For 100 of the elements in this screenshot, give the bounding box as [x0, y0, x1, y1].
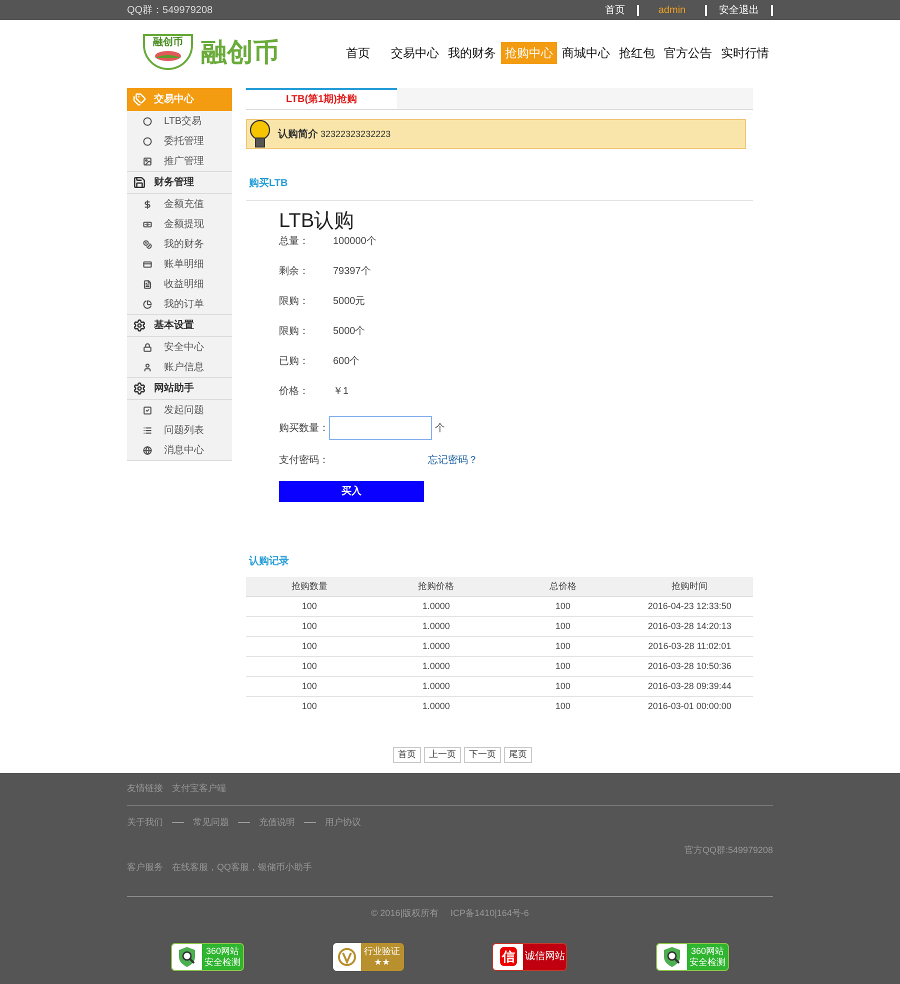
- page-button[interactable]: 上一页: [424, 747, 461, 763]
- sidebar-item[interactable]: 发起问题: [127, 400, 232, 420]
- table-cell-text: 2016-03-28 14:20:13: [646, 620, 732, 633]
- sidebar-item[interactable]: 账单明细: [127, 254, 232, 274]
- field-value: 5000元: [333, 295, 366, 309]
- nav-link[interactable]: 交易中心: [387, 42, 443, 64]
- table-cell-text: 1.0000: [421, 620, 451, 633]
- table-cell-text: 1.0000: [421, 640, 451, 653]
- sidebar-section[interactable]: 基本设置: [127, 314, 232, 337]
- field-label: 支付密码：: [279, 454, 330, 468]
- item-icon: [143, 300, 152, 308]
- buy-button[interactable]: 买入: [279, 481, 424, 502]
- official-qq-text: 官方QQ群:549979208: [684, 844, 773, 857]
- sidebar-item[interactable]: 问题列表: [127, 420, 232, 440]
- qq-group-text: QQ群：549979208: [127, 4, 213, 18]
- page-button[interactable]: 下一页: [464, 747, 501, 763]
- table-cell-text: 100: [300, 620, 318, 633]
- leaf-icon: [153, 50, 183, 62]
- field-value: 5000个: [333, 325, 366, 339]
- badge-text: 行业验证: [364, 946, 400, 956]
- sidebar-section[interactable]: 网站助手: [127, 377, 232, 400]
- sidebar-item[interactable]: 消息中心: [127, 440, 232, 460]
- table-cell-text: 100: [554, 660, 572, 673]
- field-label: 购买数量：: [279, 422, 329, 436]
- section-icon: [133, 93, 146, 106]
- section-title: 基本设置: [154, 318, 194, 333]
- section-heading: 认购记录: [249, 556, 289, 567]
- badge-glyph: 信: [500, 946, 517, 966]
- page-button[interactable]: 首页: [393, 747, 421, 763]
- sidebar-item[interactable]: 推广管理: [127, 151, 232, 171]
- top-link[interactable]: 安全退出: [707, 2, 771, 18]
- badge-text: 安全检测: [204, 956, 240, 968]
- table-cell-text: 100: [300, 680, 318, 693]
- page-button[interactable]: 尾页: [504, 747, 532, 763]
- nav-link[interactable]: 商城中心: [558, 42, 614, 64]
- item-icon: [143, 200, 152, 208]
- table-cell-text: 100: [300, 660, 318, 673]
- footer-label: 客户服务: [127, 861, 163, 874]
- table-cell-text: 100: [300, 600, 318, 613]
- tab[interactable]: LTB(第1期)抢购: [246, 88, 397, 109]
- field-label: 价格：: [279, 384, 310, 399]
- forgot-password-link[interactable]: 忘记密码？: [428, 452, 478, 468]
- table-cell-text: 100: [554, 640, 572, 653]
- badge-text: 诚信网站: [524, 950, 565, 964]
- icp-text: ICP备1410|164号-6: [450, 907, 529, 920]
- logo-text: 融创币: [201, 36, 279, 68]
- item-icon: [143, 280, 152, 288]
- section-icon: [133, 176, 146, 189]
- table-cell-text: 100: [554, 620, 572, 633]
- section-title: 财务管理: [154, 176, 194, 190]
- nav-link[interactable]: 官方公告: [660, 42, 716, 64]
- service-text: 在线客服，QQ客服，银储币小助手: [172, 861, 312, 874]
- sidebar-item[interactable]: 金额提现: [127, 214, 232, 234]
- top-link[interactable]: 首页: [593, 2, 637, 18]
- laurel-v-icon: [336, 946, 357, 966]
- field-label: 剩余：: [279, 265, 310, 279]
- table-cell-text: 100: [554, 600, 572, 613]
- sidebar-item[interactable]: 收益明细: [127, 274, 232, 294]
- section-title: 网站助手: [154, 382, 194, 396]
- shield-magnifier-icon: [662, 946, 682, 968]
- sidebar-item[interactable]: 委托管理: [127, 131, 232, 151]
- sidebar-item[interactable]: 账户信息: [127, 357, 232, 377]
- nav-link[interactable]: 首页: [342, 42, 374, 64]
- section-icon: [133, 382, 146, 395]
- column-header: 总价格: [500, 577, 626, 597]
- username-link[interactable]: admin: [639, 2, 705, 18]
- field-value: 79397个: [333, 265, 371, 279]
- sidebar-item[interactable]: 我的订单: [127, 294, 232, 314]
- section-heading: 购买LTB: [249, 178, 288, 189]
- sidebar-section[interactable]: 财务管理: [127, 171, 232, 194]
- form-title: LTB认购: [279, 209, 356, 233]
- nav-link[interactable]: 抢红包: [615, 42, 659, 64]
- table-cell-text: 1.0000: [421, 600, 451, 613]
- light-bulb-icon: [249, 120, 271, 148]
- copyright-text: © 2016|版权所有: [371, 907, 439, 920]
- column-header: 抢购时间: [626, 577, 753, 597]
- sidebar-item[interactable]: LTB交易: [127, 111, 232, 131]
- table-cell-text: 100: [554, 680, 572, 693]
- quantity-input[interactable]: [329, 416, 432, 440]
- item-icon: [143, 116, 152, 126]
- column-header: 抢购价格: [372, 577, 500, 597]
- item-icon: [143, 362, 152, 372]
- item-icon: [143, 260, 152, 268]
- item-icon: [143, 240, 152, 248]
- table-cell-text: 2016-04-23 12:33:50: [646, 600, 732, 613]
- nav-link[interactable]: 实时行情: [717, 42, 773, 64]
- field-label: 限购：: [279, 325, 310, 339]
- credit-badge[interactable]: 信 诚信网站: [492, 942, 568, 970]
- shield-magnifier-icon: [177, 946, 197, 968]
- badge-text: 360网站: [690, 946, 724, 956]
- table-cell-text: 1.0000: [421, 660, 451, 673]
- nav-link[interactable]: 我的财务: [444, 42, 500, 64]
- item-icon: [143, 156, 152, 166]
- section-title: 交易中心: [154, 92, 194, 107]
- item-icon: [143, 446, 152, 454]
- sidebar-item[interactable]: 安全中心: [127, 337, 232, 357]
- field-value: 600个: [333, 355, 360, 369]
- section-icon: [133, 319, 146, 332]
- sidebar-item[interactable]: 金额充值: [127, 194, 232, 214]
- sidebar-item[interactable]: 我的财务: [127, 234, 232, 254]
